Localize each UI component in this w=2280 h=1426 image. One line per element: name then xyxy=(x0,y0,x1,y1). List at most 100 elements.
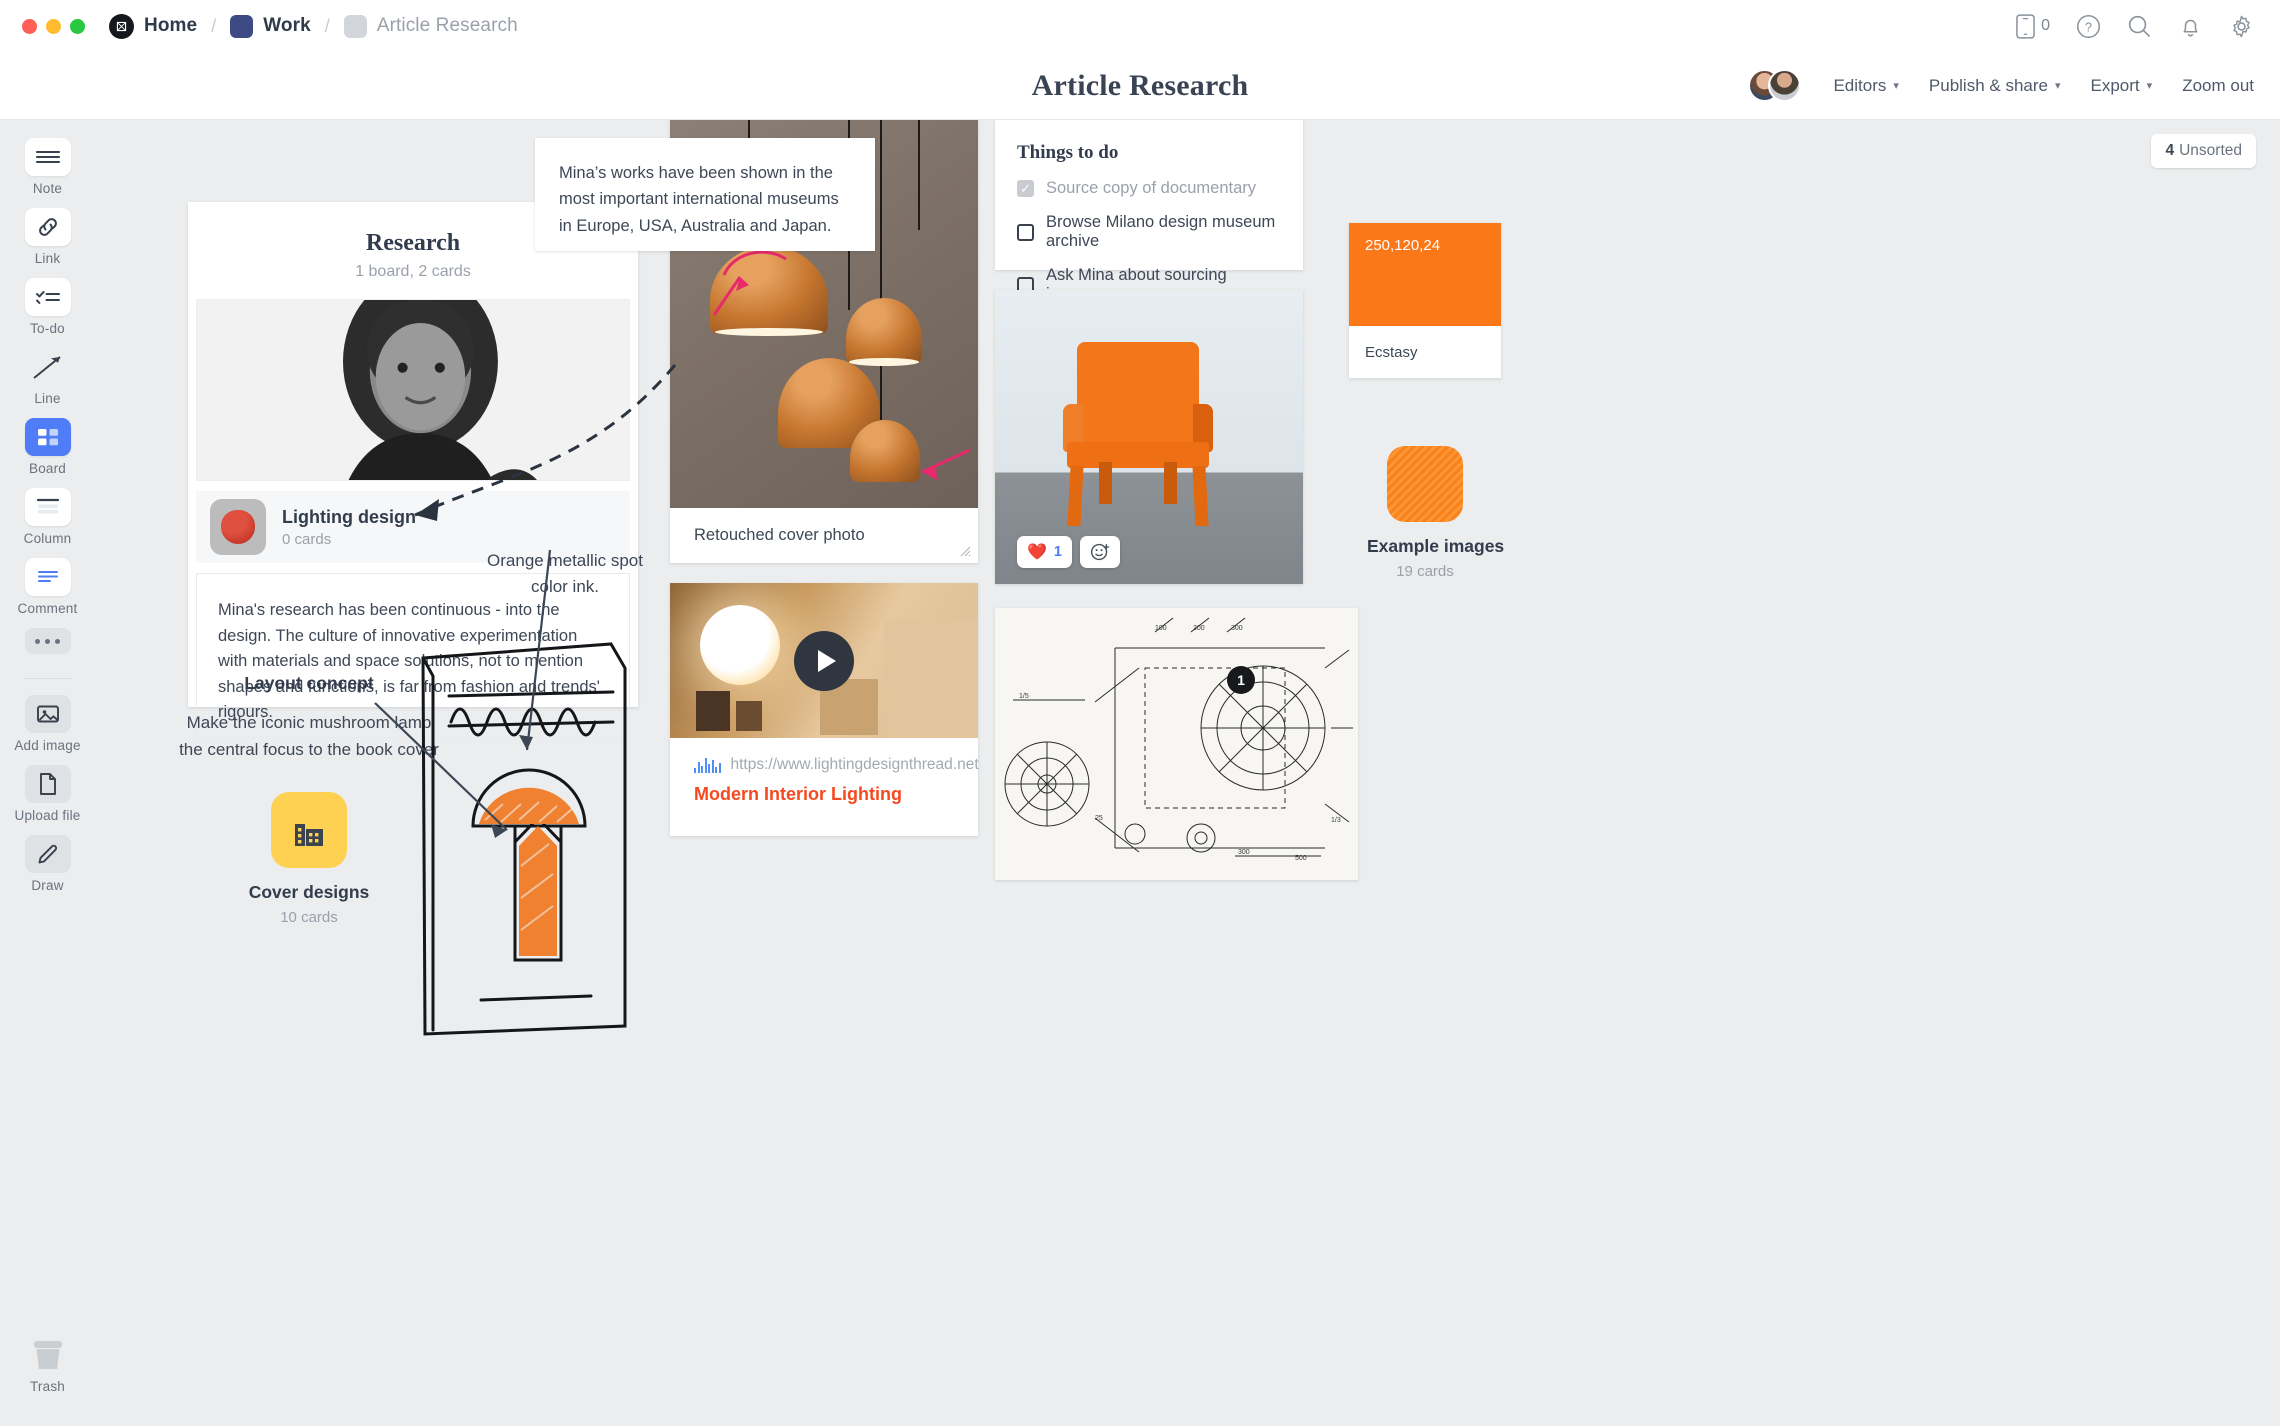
sidebar-item-todo[interactable]: To-do xyxy=(9,278,87,336)
sidebar-item-link[interactable]: Link xyxy=(9,208,87,266)
sidebar-label-upload-file: Upload file xyxy=(14,808,81,823)
sidebar-item-column[interactable]: Column xyxy=(9,488,87,546)
help-icon[interactable]: ? xyxy=(2076,14,2101,39)
sidebar-item-add-image[interactable]: Add image xyxy=(9,695,87,753)
sidebar-label-add-image: Add image xyxy=(14,738,81,753)
todo-label: Browse Milano design museum archive xyxy=(1046,213,1276,250)
link-icon xyxy=(24,208,71,246)
sidebar-item-draw[interactable]: Draw xyxy=(9,835,87,893)
board-toolbar: Article Research Editors ▾ Publish & sha… xyxy=(0,52,2280,120)
sidebar-item-line[interactable]: Line xyxy=(9,348,87,406)
play-icon[interactable] xyxy=(794,630,854,691)
sidebar-label-todo: To-do xyxy=(30,321,65,336)
bedside-lamp-video-thumbnail[interactable] xyxy=(670,583,978,738)
comment-icon xyxy=(24,558,71,596)
column-icon xyxy=(24,488,71,526)
audio-wave-icon xyxy=(694,757,721,773)
research-board-subtitle: 1 board, 2 cards xyxy=(355,263,471,280)
window-traffic-lights xyxy=(22,18,85,34)
todo-item[interactable]: Browse Milano design museum archive xyxy=(1017,213,1281,251)
todo-item[interactable]: Source copy of documentary xyxy=(1017,179,1281,198)
todo-icon xyxy=(24,278,71,316)
orange-chair-photo-card[interactable]: ❤️ 1 xyxy=(995,290,1303,584)
breadcrumb-separator: / xyxy=(211,15,217,36)
breadcrumb: Home / Work / Article Research xyxy=(109,13,518,39)
board-name: Cover designs xyxy=(248,882,370,902)
video-link-title[interactable]: Modern Interior Lighting xyxy=(694,784,954,805)
close-window-button[interactable] xyxy=(22,18,37,34)
minimize-window-button[interactable] xyxy=(46,18,61,34)
svg-text:?: ? xyxy=(2085,20,2092,34)
blueprint-card[interactable]: 1 100 200 300 300 500 1/5 1/3 25 xyxy=(995,608,1358,880)
board-example-images[interactable]: Example images 19 cards xyxy=(1367,446,1505,580)
search-icon[interactable] xyxy=(2127,14,2152,39)
unsorted-label: Unsorted xyxy=(2179,142,2242,159)
mobile-icon[interactable]: 0 xyxy=(2016,13,2050,39)
svg-text:1/5: 1/5 xyxy=(1019,693,1029,700)
sub-board-card-count: 0 cards xyxy=(282,530,332,548)
maximize-window-button[interactable] xyxy=(70,18,85,34)
mobile-count: 0 xyxy=(2041,17,2050,34)
breadcrumb-separator: / xyxy=(324,15,330,36)
pendant-photo-caption-row: Retouched cover photo xyxy=(670,508,978,563)
sidebar-item-board[interactable]: Board xyxy=(9,418,87,476)
resize-handle[interactable] xyxy=(957,543,971,557)
breadcrumb-item-work[interactable]: Work xyxy=(230,14,311,38)
breadcrumb-label-work: Work xyxy=(263,15,311,36)
things-to-do-heading: Things to do xyxy=(1017,142,1119,163)
board-icon xyxy=(24,418,71,456)
add-reaction-icon[interactable] xyxy=(1080,536,1120,568)
orange-texture-thumbnail xyxy=(1387,446,1463,522)
svg-text:100: 100 xyxy=(1155,625,1167,632)
svg-text:300: 300 xyxy=(1238,849,1250,856)
layout-concept-body: Make the iconic mushroom lamp the centra… xyxy=(179,713,439,759)
sidebar-item-trash[interactable]: Trash xyxy=(0,1336,95,1394)
window-title-bar: Home / Work / Article Research 0 ? xyxy=(0,0,2280,52)
checkbox-icon[interactable] xyxy=(1017,223,1034,241)
board-name: Example images xyxy=(1367,536,1505,556)
sidebar-item-note[interactable]: Note xyxy=(9,138,87,196)
portrait-photo-of-mina[interactable] xyxy=(196,299,630,481)
video-link-card[interactable]: https://www.lightingdesignthread.net Mod… xyxy=(670,583,979,836)
breadcrumb-item-article-research[interactable]: Article Research xyxy=(343,14,518,38)
layout-concept-note[interactable]: Layout concept Make the iconic mushroom … xyxy=(175,673,443,763)
settings-gear-icon[interactable] xyxy=(2229,14,2254,39)
video-link-url[interactable]: https://www.lightingdesignthread.net xyxy=(731,756,979,774)
ink-note-text[interactable]: Orange metallic spot color ink. xyxy=(475,548,655,599)
sidebar-label-column: Column xyxy=(23,531,72,546)
sidebar-label-draw: Draw xyxy=(31,878,64,893)
board-card-count: 10 cards xyxy=(280,909,338,926)
checkbox-checked-icon[interactable] xyxy=(1017,180,1034,197)
hand-drawn-book-cover-sketch[interactable] xyxy=(415,630,645,1040)
blueprint-badge[interactable]: 1 xyxy=(1227,666,1255,694)
left-toolbar: Note Link To-do Line Board Column Commen… xyxy=(0,120,95,1426)
add-image-icon xyxy=(24,695,71,733)
color-swatch-name: Ecstasy xyxy=(1365,343,1418,361)
sidebar-item-upload-file[interactable]: Upload file xyxy=(9,765,87,823)
board-canvas[interactable]: 4 Unsorted Research 1 board, 2 cards Lig… xyxy=(95,120,2280,1426)
quote-note-card[interactable]: Mina’s works have been shown in the most… xyxy=(535,138,875,251)
buildings-icon xyxy=(271,792,347,868)
breadcrumb-item-home[interactable]: Home xyxy=(109,13,198,39)
notifications-icon[interactable] xyxy=(2178,14,2203,39)
heart-icon: ❤️ xyxy=(1027,544,1047,561)
sidebar-item-comment[interactable]: Comment xyxy=(9,558,87,616)
things-to-do-card[interactable]: Things to do Source copy of documentary … xyxy=(995,120,1303,303)
board-cover-designs[interactable]: Cover designs 10 cards xyxy=(205,792,413,926)
breadcrumb-label-home: Home xyxy=(144,15,198,36)
page-title: Article Research xyxy=(1031,68,1249,102)
heart-reaction-button[interactable]: ❤️ 1 xyxy=(1017,536,1072,568)
blue-square-icon xyxy=(230,14,254,38)
quote-note-text: Mina’s works have been shown in the most… xyxy=(559,164,839,235)
technical-blueprint-drawing[interactable]: 100 200 300 300 500 1/5 1/3 25 xyxy=(995,608,1358,880)
sidebar-label-note: Note xyxy=(32,181,63,196)
reaction-bar: ❤️ 1 xyxy=(1017,536,1120,568)
color-swatch-card[interactable]: 250,120,24 Ecstasy xyxy=(1349,223,1501,378)
svg-text:200: 200 xyxy=(1193,625,1205,632)
unsorted-count: 4 xyxy=(2165,142,2175,159)
svg-text:1/3: 1/3 xyxy=(1331,817,1341,824)
unsorted-badge[interactable]: 4 Unsorted xyxy=(2151,134,2256,168)
sidebar-item-more[interactable] xyxy=(9,628,87,654)
breadcrumb-label-article-research: Article Research xyxy=(376,15,518,36)
grey-square-icon xyxy=(343,14,367,38)
